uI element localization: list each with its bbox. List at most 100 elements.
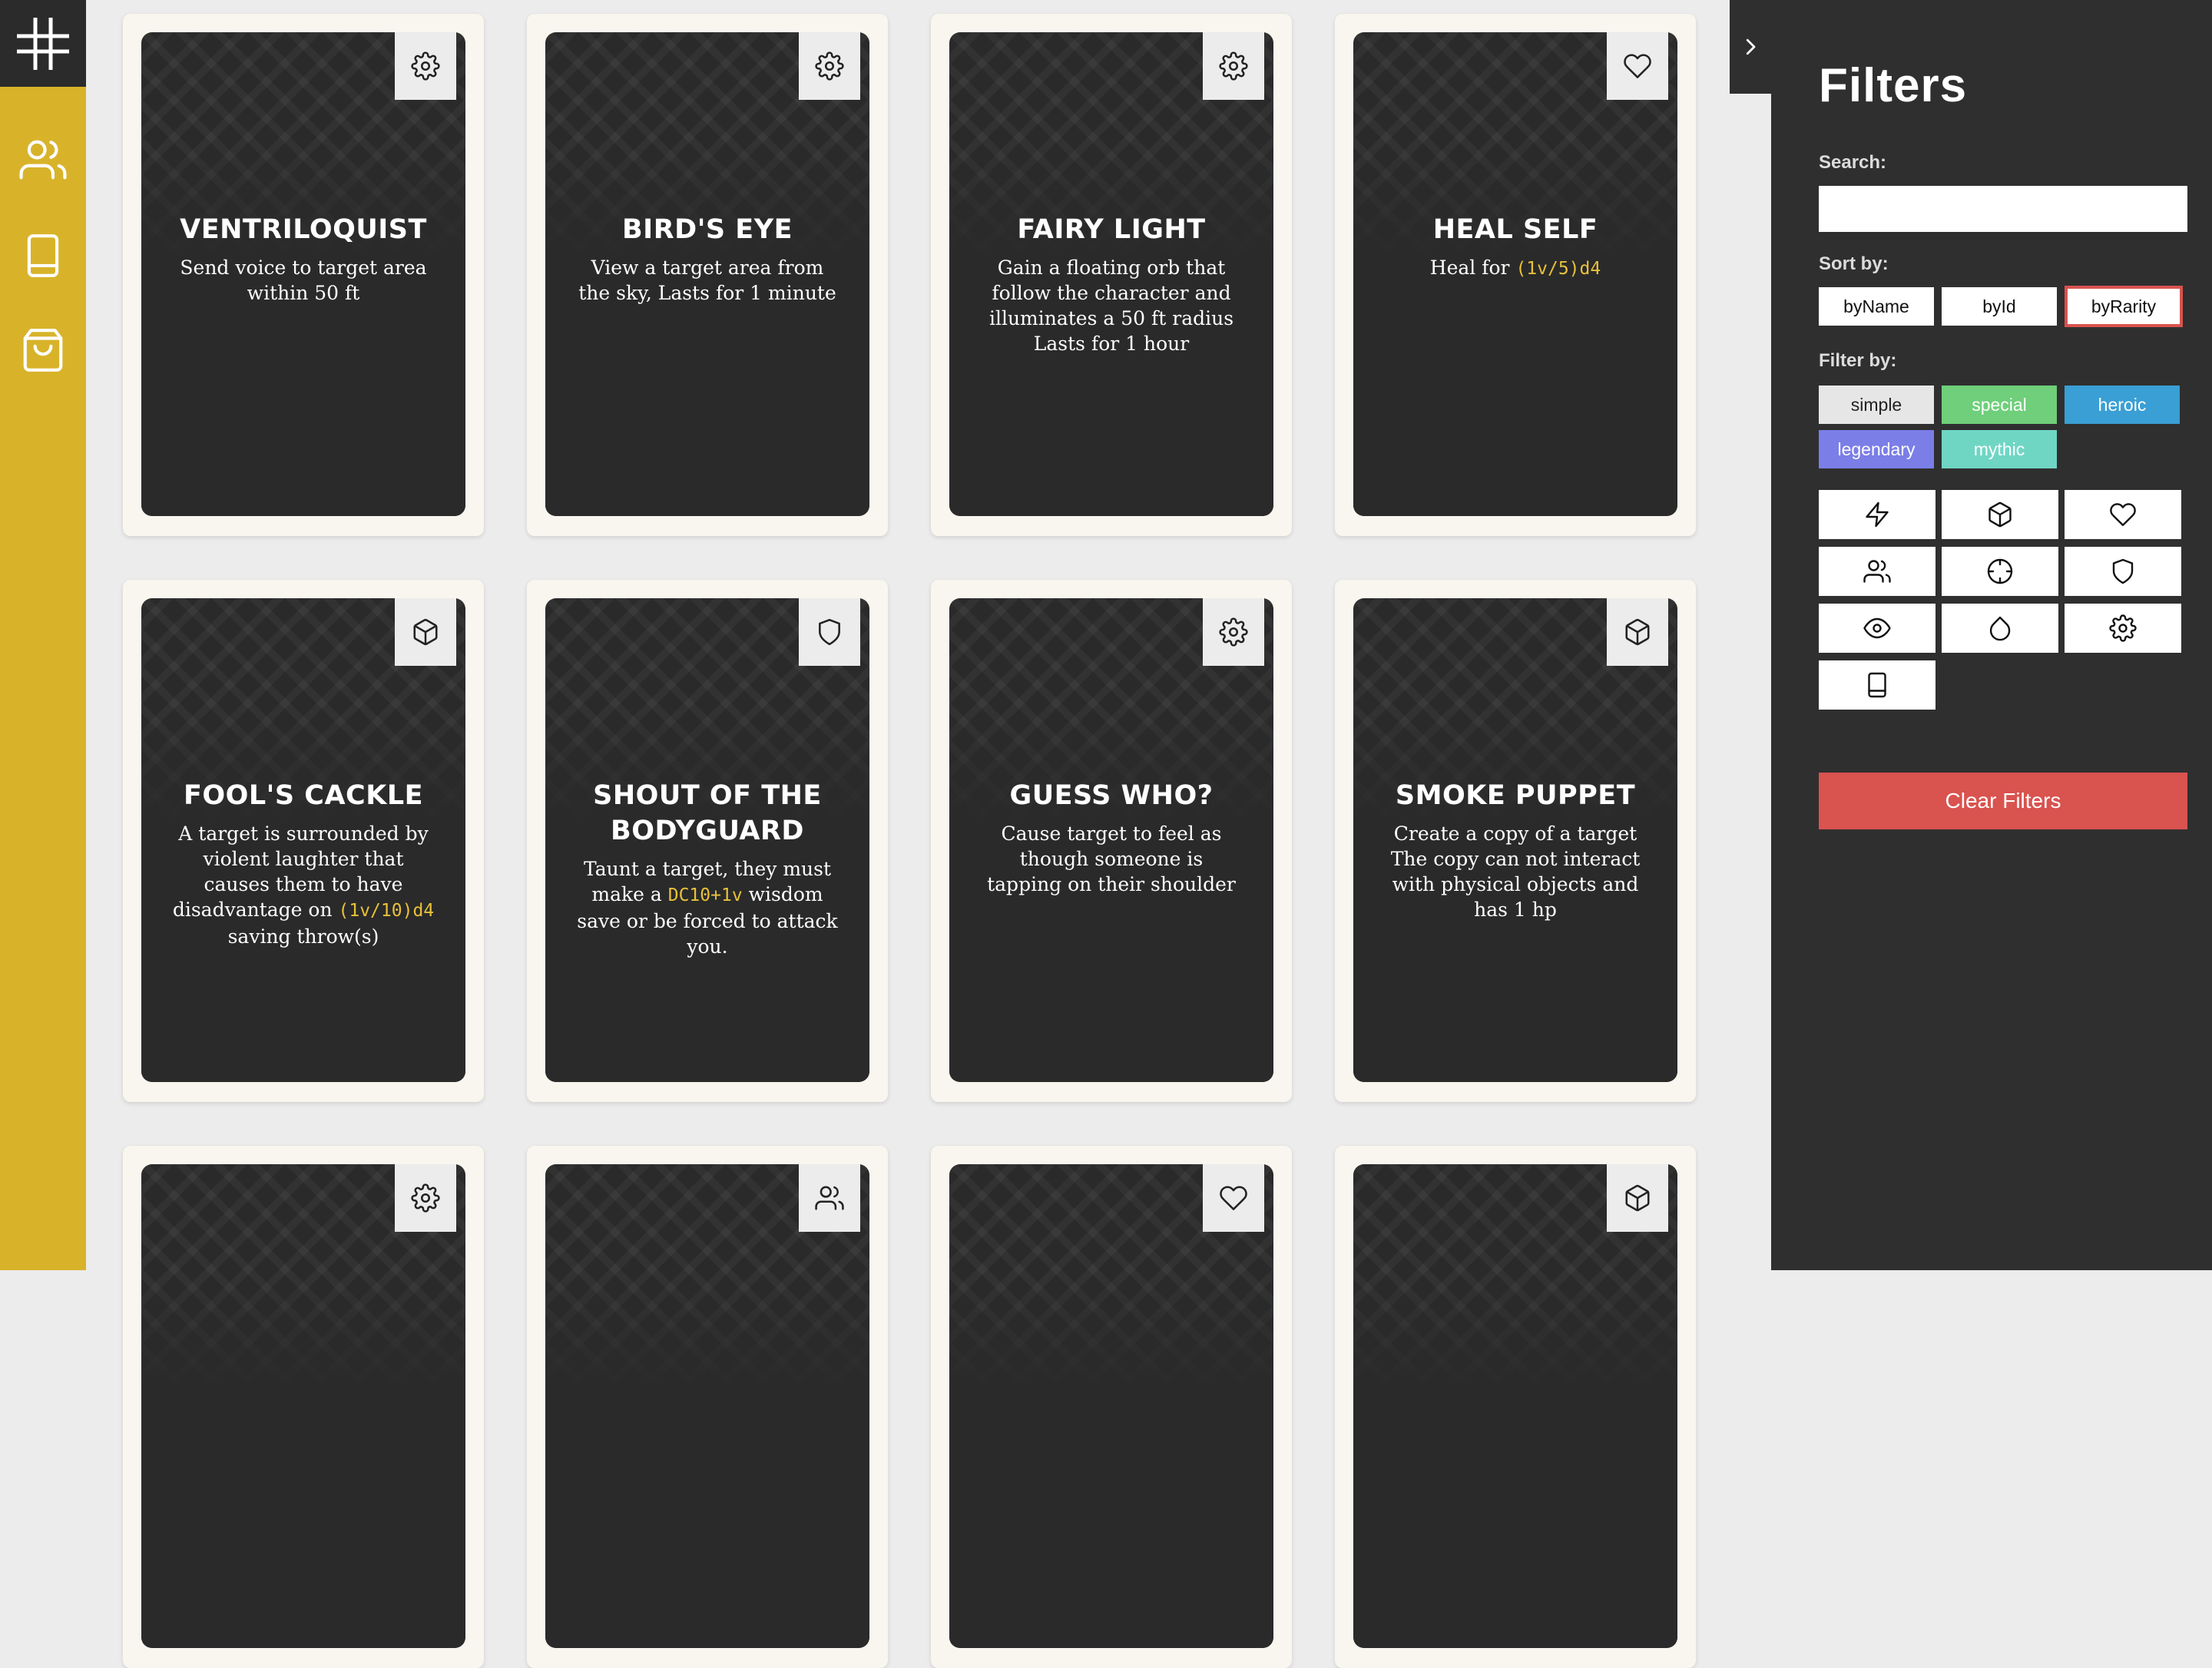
crosshair-icon	[1987, 558, 2013, 584]
filter-label: Filter by:	[1819, 350, 1897, 371]
filter-mythic-button[interactable]: mythic	[1942, 430, 2057, 468]
card-title: SMOKE PUPPET	[1395, 780, 1636, 811]
sort-by-name-button[interactable]: byName	[1819, 287, 1934, 326]
heart-icon	[1220, 1186, 1247, 1210]
card-description: Gain a floating orb that follow the char…	[988, 256, 1234, 355]
card-face: SHOUT OF THE BODYGUARD Taunt a target, t…	[545, 598, 869, 1082]
ability-card[interactable]	[123, 1146, 484, 1668]
card-type-badge	[799, 1164, 860, 1232]
ability-card[interactable]	[931, 1146, 1292, 1668]
gear-icon	[2109, 614, 2137, 642]
filter-cube-button[interactable]	[1942, 490, 2058, 539]
card-type-badge	[799, 598, 860, 666]
filter-panel: Filters Search: Sort by: byName byId byR…	[1771, 0, 2212, 1270]
card-description: Cause target to feel as though someone i…	[987, 822, 1236, 895]
formula: (1v/5)d4	[1515, 259, 1601, 279]
heart-icon	[1624, 54, 1651, 78]
shopping-bag-icon	[23, 329, 63, 372]
card-description: Taunt a target, they must make a DC10+1v…	[577, 858, 838, 958]
card-description: Send voice to target area within 50 ft	[180, 256, 427, 304]
heart-icon	[2110, 503, 2136, 526]
cube-icon	[1625, 1184, 1650, 1212]
card-type-badge	[1607, 598, 1668, 666]
filter-simple-button[interactable]: simple	[1819, 386, 1934, 424]
search-label: Search:	[1819, 152, 1887, 173]
card-face	[1353, 1164, 1677, 1648]
sidebar-item-shop[interactable]	[0, 312, 86, 389]
ability-card[interactable]: HEAL SELF Heal for (1v/5)d4	[1335, 14, 1696, 536]
collapse-panel-button[interactable]	[1730, 0, 1771, 94]
clear-filters-button[interactable]: Clear Filters	[1819, 773, 2187, 829]
card-title: GUESS WHO?	[1009, 780, 1214, 811]
ability-card[interactable]: GUESS WHO? Cause target to feel as thoug…	[931, 580, 1292, 1102]
gear-icon	[411, 51, 440, 81]
card-type-badge	[1607, 1164, 1668, 1232]
filter-special-button[interactable]: special	[1942, 386, 2057, 424]
card-face: SMOKE PUPPET Create a copy of a target T…	[1353, 598, 1677, 1082]
ability-card[interactable]	[1335, 1146, 1696, 1668]
eye-icon	[1863, 617, 1891, 639]
gear-icon	[1219, 617, 1248, 647]
filter-legendary-button[interactable]: legendary	[1819, 430, 1934, 468]
card-face: FOOL'S CACKLE A target is surrounded by …	[141, 598, 465, 1082]
filter-droplet-button[interactable]	[1942, 604, 2058, 653]
users-icon	[1863, 560, 1891, 583]
card-type-badge	[395, 598, 456, 666]
card-title: HEAL SELF	[1432, 214, 1598, 245]
card-title: FOOL'S CACKLE	[183, 780, 424, 811]
card-face: HEAL SELF Heal for (1v/5)d4	[1353, 32, 1677, 516]
gear-icon	[815, 51, 844, 81]
card-description: Create a copy of a target The copy can n…	[1390, 822, 1641, 921]
card-type-badge	[1607, 32, 1668, 100]
card-face: FAIRY LIGHT Gain a floating orb that fol…	[949, 32, 1273, 516]
app-logo[interactable]	[0, 0, 86, 87]
filter-lightning-button[interactable]	[1819, 490, 1936, 539]
filter-users-button[interactable]	[1819, 547, 1936, 596]
filter-crosshair-button[interactable]	[1942, 547, 2058, 596]
gear-icon	[1219, 51, 1248, 81]
formula: DC10+1v	[667, 885, 743, 905]
filter-eye-button[interactable]	[1819, 604, 1936, 653]
filter-heart-button[interactable]	[2065, 490, 2181, 539]
book-icon	[1868, 672, 1886, 698]
cube-icon	[413, 618, 438, 646]
card-title: BIRD'S EYE	[622, 214, 793, 245]
card-title: FAIRY LIGHT	[1017, 214, 1206, 245]
formula: (1v/10)d4	[338, 901, 435, 921]
users-icon	[815, 1186, 844, 1210]
plus-grid-logo-icon	[17, 17, 69, 70]
ability-card[interactable]: FOOL'S CACKLE A target is surrounded by …	[123, 580, 484, 1102]
ability-card[interactable]: SMOKE PUPPET Create a copy of a target T…	[1335, 580, 1696, 1102]
panel-title: Filters	[1819, 59, 1968, 112]
card-face: GUESS WHO? Cause target to feel as thoug…	[949, 598, 1273, 1082]
filter-book-button[interactable]	[1819, 660, 1936, 710]
card-type-badge	[1203, 1164, 1264, 1232]
card-description: View a target area from the sky, Lasts f…	[578, 256, 836, 304]
gear-icon	[411, 1183, 440, 1213]
ability-card[interactable]: SHOUT OF THE BODYGUARD Taunt a target, t…	[527, 580, 888, 1102]
sort-by-rarity-button[interactable]: byRarity	[2065, 286, 2183, 327]
left-sidebar	[0, 0, 86, 1270]
filter-heroic-button[interactable]: heroic	[2065, 386, 2180, 424]
sort-by-id-button[interactable]: byId	[1942, 287, 2057, 326]
card-face: VENTRILOQUIST Send voice to target area …	[141, 32, 465, 516]
card-title: VENTRILOQUIST	[180, 214, 427, 245]
card-face	[141, 1164, 465, 1648]
ability-card[interactable]	[527, 1146, 888, 1668]
cube-icon	[1625, 618, 1650, 646]
ability-card[interactable]: VENTRILOQUIST Send voice to target area …	[123, 14, 484, 536]
card-type-badge	[799, 32, 860, 100]
users-icon	[19, 140, 67, 180]
sort-label: Sort by:	[1819, 253, 1889, 274]
search-input[interactable]	[1819, 186, 2187, 232]
ability-card[interactable]: BIRD'S EYE View a target area from the s…	[527, 14, 888, 536]
filter-gear-button[interactable]	[2065, 604, 2181, 653]
ability-card[interactable]: FAIRY LIGHT Gain a floating orb that fol…	[931, 14, 1292, 536]
cube-icon	[1988, 501, 2012, 528]
card-face	[545, 1164, 869, 1648]
sidebar-item-characters[interactable]	[0, 121, 86, 198]
filter-shield-button[interactable]	[2065, 547, 2181, 596]
sidebar-item-book[interactable]	[0, 217, 86, 294]
lightning-icon	[1866, 501, 1889, 528]
card-face	[949, 1164, 1273, 1648]
